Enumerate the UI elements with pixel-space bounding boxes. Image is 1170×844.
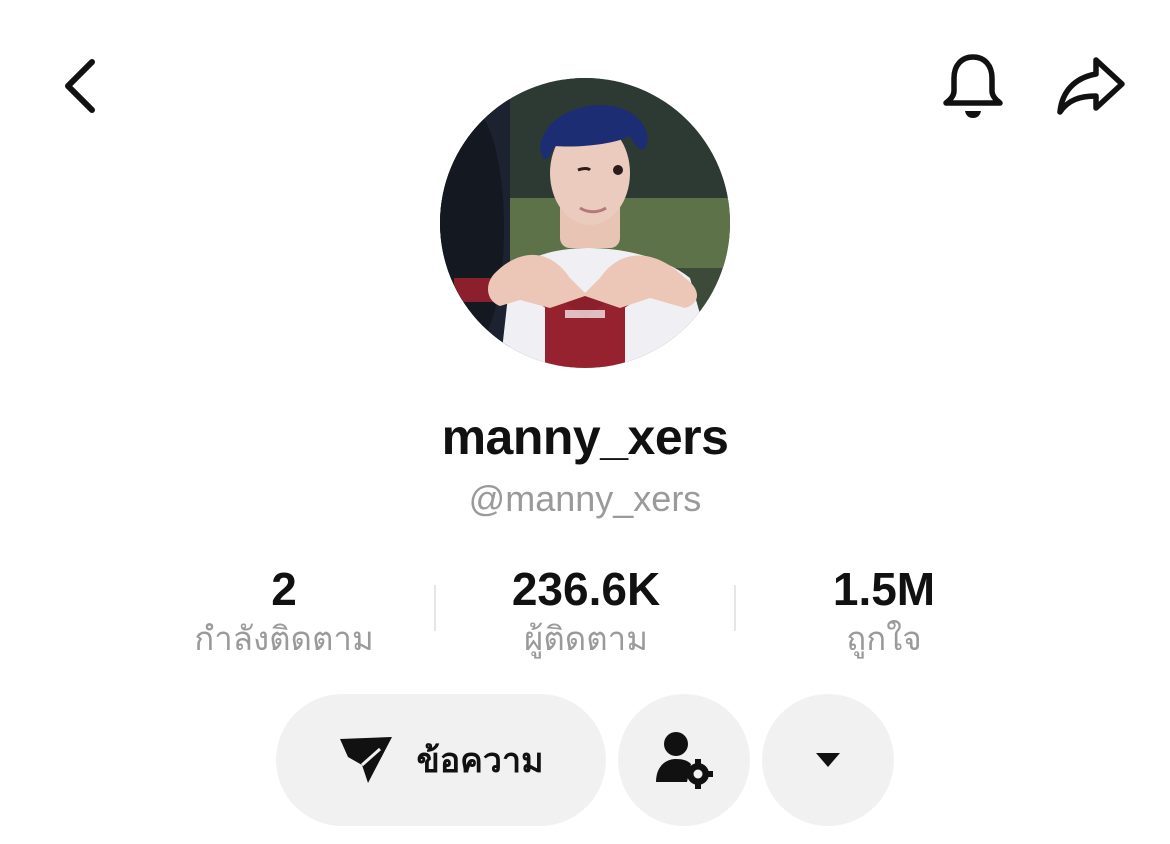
stat-likes[interactable]: 1.5M ถูกใจ bbox=[734, 560, 1034, 660]
stat-followers[interactable]: 236.6K ผู้ติดตาม bbox=[436, 560, 736, 660]
send-icon bbox=[340, 737, 393, 783]
message-button-label: ข้อความ bbox=[416, 741, 544, 781]
following-count: 2 bbox=[271, 563, 297, 615]
back-button[interactable] bbox=[48, 50, 112, 122]
share-arrow-icon bbox=[1057, 57, 1125, 115]
bell-icon bbox=[943, 54, 1003, 118]
notification-button[interactable] bbox=[936, 48, 1010, 124]
display-name: manny_xers bbox=[441, 409, 729, 465]
stat-following[interactable]: 2 กำลังติดตาม bbox=[134, 560, 434, 660]
username-handle: @manny_xers bbox=[468, 478, 702, 519]
friend-settings-button[interactable] bbox=[618, 694, 750, 826]
message-button[interactable]: ข้อความ bbox=[276, 694, 606, 826]
profile-photo bbox=[440, 78, 730, 368]
followers-label: ผู้ติดตาม bbox=[524, 619, 648, 658]
share-button[interactable] bbox=[1050, 48, 1130, 124]
more-options-button[interactable] bbox=[762, 694, 894, 826]
avatar[interactable] bbox=[440, 78, 730, 368]
likes-count: 1.5M bbox=[832, 563, 936, 615]
likes-label: ถูกใจ bbox=[846, 619, 922, 658]
caret-down-icon bbox=[816, 753, 840, 767]
followers-count: 236.6K bbox=[511, 563, 661, 615]
chevron-left-icon bbox=[65, 59, 95, 113]
following-label: กำลังติดตาม bbox=[194, 619, 374, 658]
person-gear-icon bbox=[656, 732, 713, 789]
